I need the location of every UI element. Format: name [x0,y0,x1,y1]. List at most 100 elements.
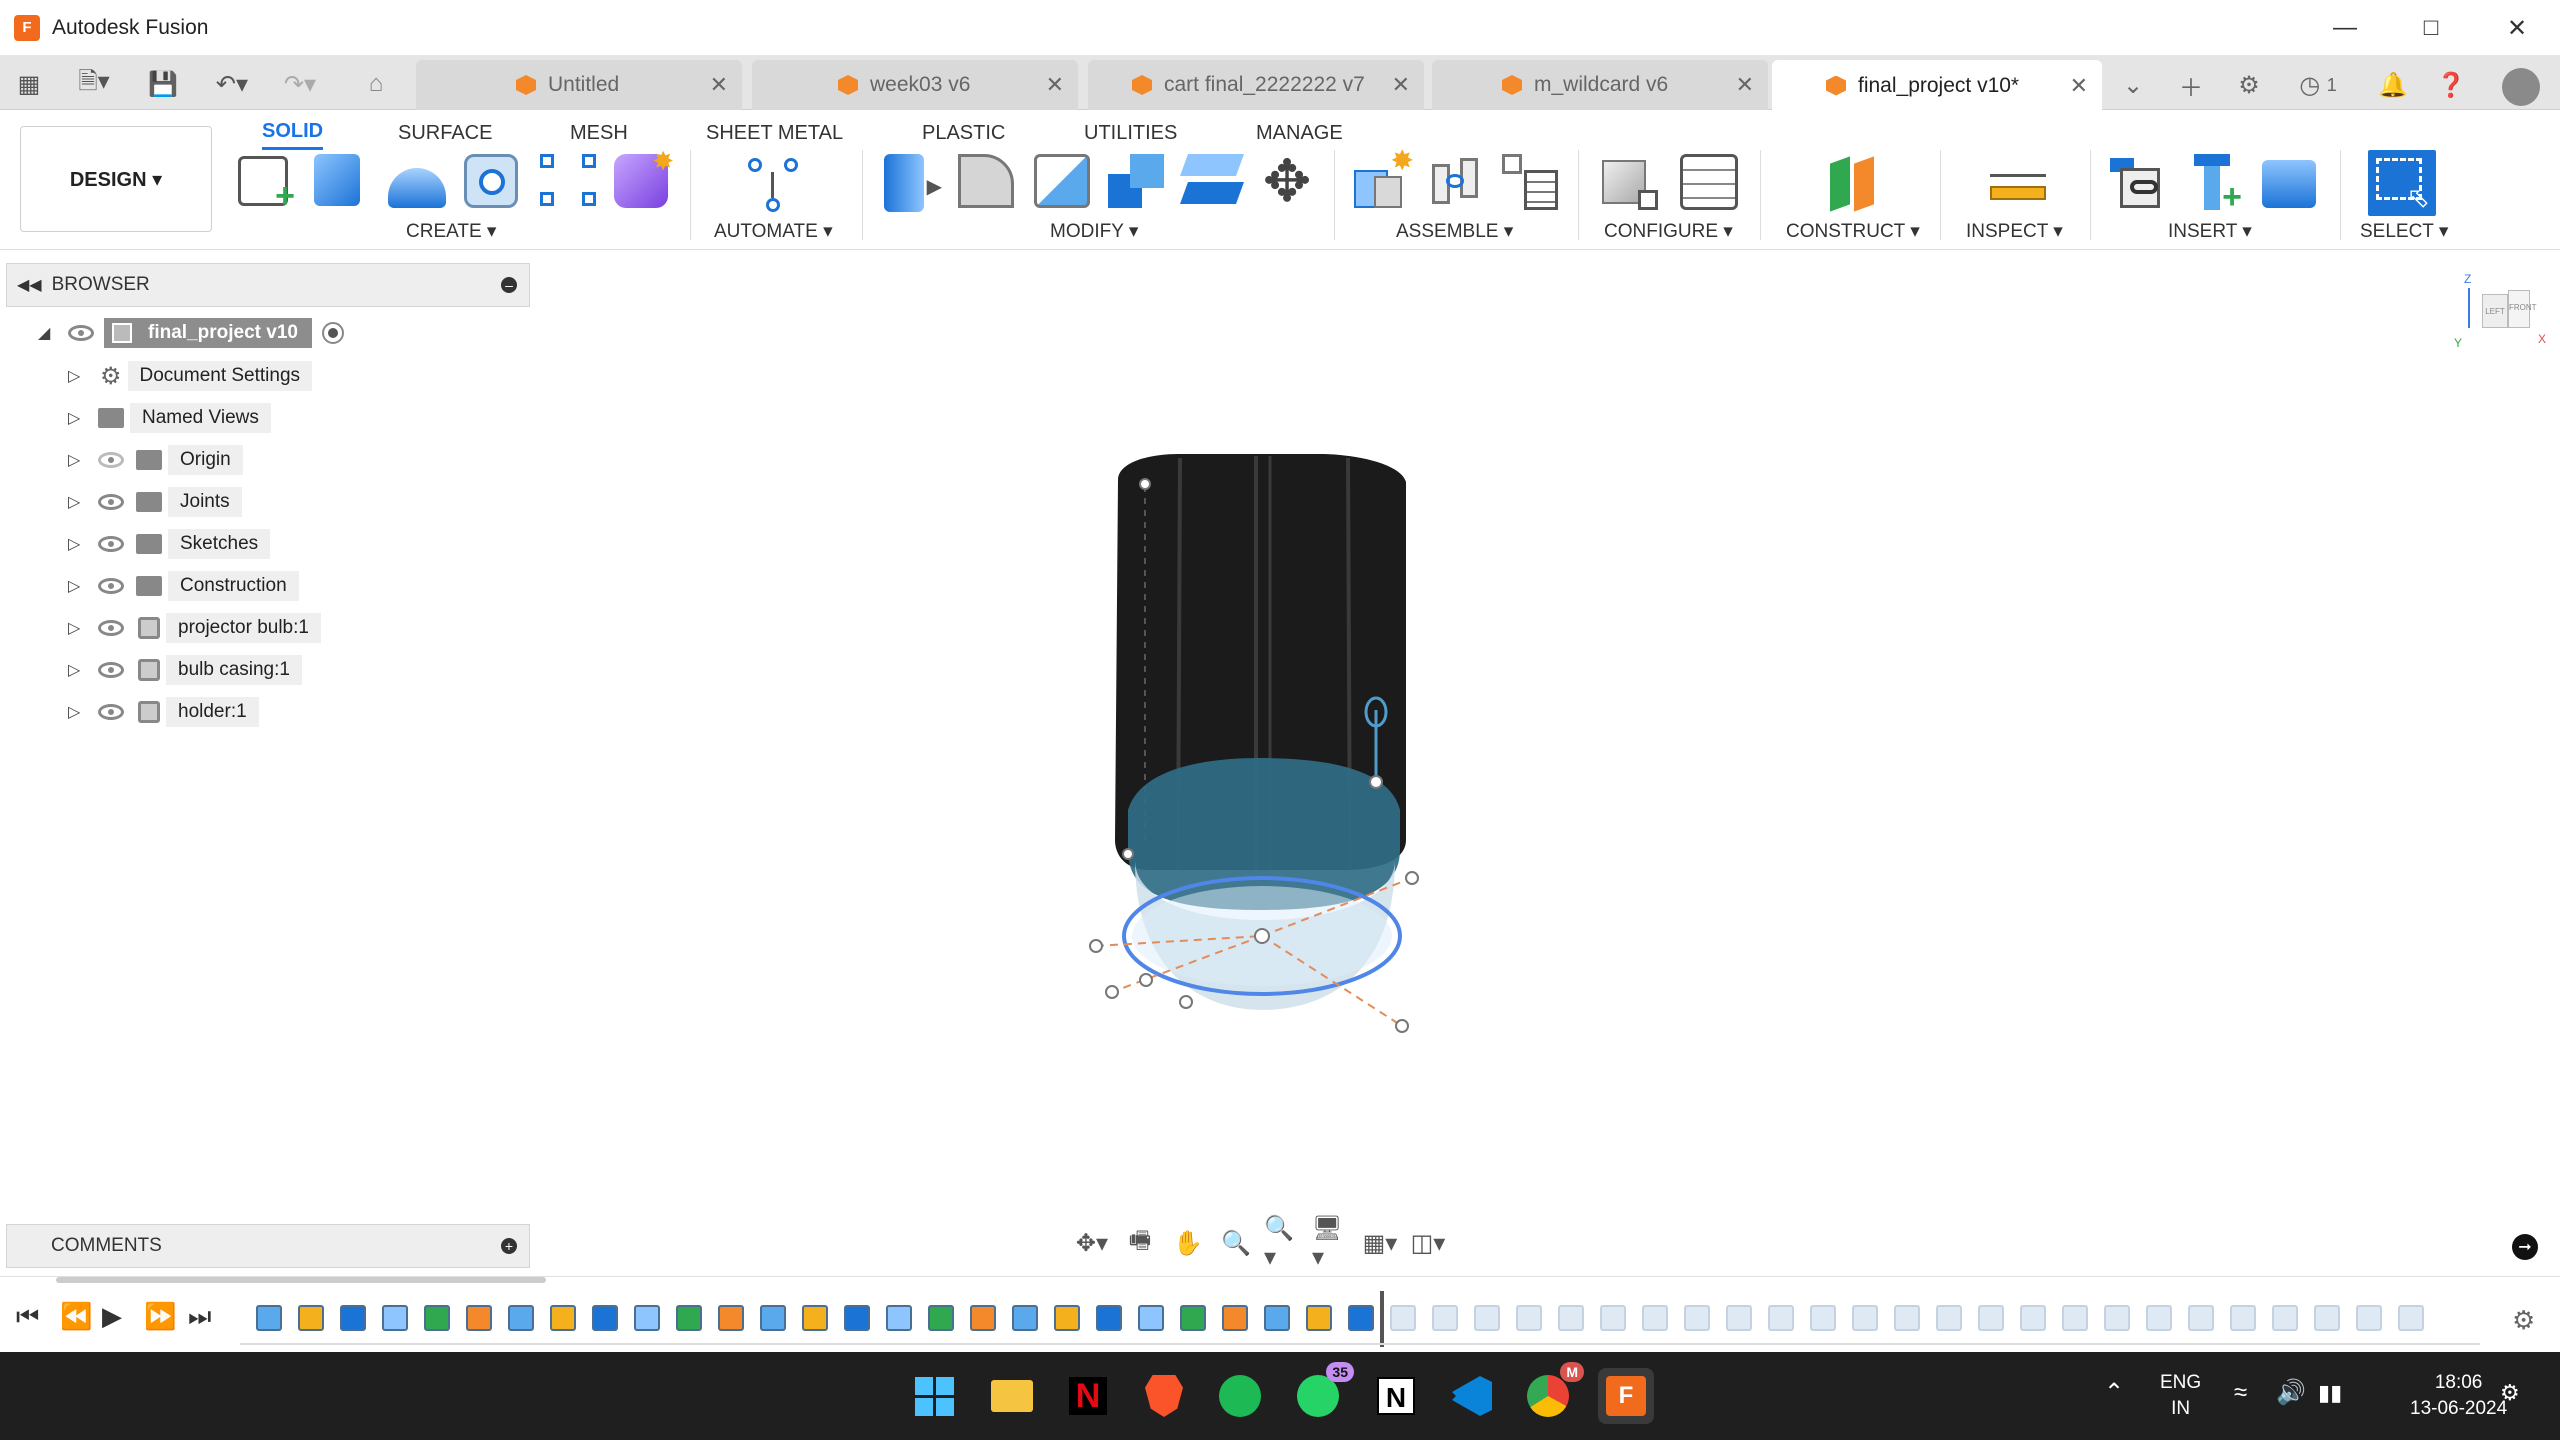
close-tab-icon[interactable]: ✕ [1046,72,1064,98]
brave-browser-icon[interactable] [1136,1368,1192,1424]
expand-triangle-icon[interactable]: ▷ [68,366,84,386]
save-icon[interactable]: 💾 [146,64,180,104]
timeline-feature-icon[interactable] [718,1305,744,1331]
timeline-feature-icon[interactable] [1684,1305,1710,1331]
timeline-feature-icon[interactable] [2356,1305,2382,1331]
activate-radio-icon[interactable] [321,322,344,344]
timeline-feature-icon[interactable] [340,1305,366,1331]
tree-item-projector-bulb[interactable]: ▷ projector bulb:1 [68,612,321,644]
timeline-feature-icon[interactable] [256,1305,282,1331]
visibility-eye-icon[interactable] [98,494,124,510]
timeline-feature-icon[interactable] [2188,1305,2214,1331]
tree-item-joints[interactable]: ▷ Joints [68,486,242,518]
offset-plane-icon[interactable] [1824,154,1882,212]
orbit-icon[interactable]: ✥▾ [1072,1225,1112,1261]
handle-point[interactable] [1122,848,1134,860]
timeline-feature-icon[interactable] [2146,1305,2172,1331]
close-tab-icon[interactable]: ✕ [1736,72,1754,98]
notion-icon[interactable]: N [1368,1368,1424,1424]
look-at-icon[interactable]: 🖷 [1120,1225,1160,1261]
expand-triangle-icon[interactable]: ▷ [68,408,84,428]
joint-icon[interactable] [1428,154,1482,210]
timeline-feature-icon[interactable] [2020,1305,2046,1331]
configure-group-label[interactable]: CONFIGURE ▾ [1604,220,1733,243]
expand-triangle-icon[interactable]: ▷ [68,618,84,638]
browser-minimize-icon[interactable]: – [501,277,517,293]
timeline-feature-icon[interactable] [382,1305,408,1331]
form-icon[interactable]: ✸ [614,146,674,208]
step-back-icon[interactable]: ⏪ [60,1301,92,1332]
pattern-icon[interactable] [540,154,596,206]
origin-point[interactable] [1254,928,1270,944]
close-button[interactable]: ✕ [2474,0,2560,56]
canvas-image-icon[interactable] [2262,160,2316,208]
timeline-feature-icon[interactable] [298,1305,324,1331]
maximize-button[interactable]: □ [2388,0,2474,56]
collapse-triangle-icon[interactable]: ◢ [38,323,54,343]
insert-mcmaster-icon[interactable]: + [2186,154,2242,214]
chrome-icon[interactable]: M [1520,1362,1584,1424]
timeline-feature-icon[interactable] [2272,1305,2298,1331]
home-icon[interactable]: ⌂ [356,64,396,104]
press-pull-icon[interactable]: ▶ [884,154,942,212]
undo-icon[interactable]: ↶▾ [204,64,260,104]
display-settings-icon[interactable]: 🖥▾ [1312,1215,1352,1271]
move-copy-icon[interactable]: ✥ [1258,153,1316,212]
combine-icon[interactable] [1108,154,1164,208]
expand-triangle-icon[interactable]: ▷ [68,702,84,722]
timeline-feature-icon[interactable] [1852,1305,1878,1331]
viewcube-left-face[interactable]: LEFT [2482,294,2508,328]
expand-triangle-icon[interactable]: ▷ [68,576,84,596]
whatsapp-icon[interactable]: 35 [1290,1362,1354,1424]
battery-icon[interactable]: ▮▮ [2318,1380,2342,1406]
construct-group-label[interactable]: CONSTRUCT ▾ [1786,220,1920,243]
windows-start-icon[interactable] [906,1368,962,1424]
visibility-eye-icon[interactable] [98,536,124,552]
data-panel-grid-icon[interactable]: ▦ [12,64,46,104]
tab-manage[interactable]: MANAGE [1256,116,1343,150]
timeline-feature-icon[interactable] [1894,1305,1920,1331]
go-to-end-icon[interactable]: ⏭ [188,1301,211,1333]
timeline-feature-icon[interactable] [1726,1305,1752,1331]
timeline-feature-icon[interactable] [1306,1305,1332,1331]
notifications-bell-icon[interactable]: 🔔 [2376,68,2410,102]
extrude-icon[interactable] [314,154,360,206]
timeline-feature-icon[interactable] [1600,1305,1626,1331]
timeline-feature-icon[interactable] [634,1305,660,1331]
create-group-label[interactable]: CREATE ▾ [406,220,496,243]
timeline-feature-icon[interactable] [1138,1305,1164,1331]
redo-icon[interactable]: ↷▾ [272,64,328,104]
expand-triangle-icon[interactable]: ▷ [68,492,84,512]
insert-derive-icon[interactable] [2110,154,2166,210]
timeline-feature-icon[interactable] [928,1305,954,1331]
clock[interactable]: 18:06 13-06-2024 [2410,1370,2507,1422]
viewcube-front-face[interactable]: FRONT [2508,290,2537,328]
tree-item-named-views[interactable]: ▷ Named Views [68,402,271,434]
timeline-feature-icon[interactable] [1432,1305,1458,1331]
measure-icon[interactable] [1990,166,2046,206]
timeline-feature-icon[interactable] [424,1305,450,1331]
timeline-feature-icon[interactable] [2104,1305,2130,1331]
vscode-icon[interactable] [1444,1368,1500,1424]
timeline-feature-icon[interactable] [1264,1305,1290,1331]
shell-icon[interactable] [1034,154,1090,208]
handle-point[interactable] [1089,939,1103,953]
3d-viewport[interactable] [0,250,2560,1276]
timeline-feature-icon[interactable] [2230,1305,2256,1331]
timeline-feature-icon[interactable] [1768,1305,1794,1331]
timeline-feature-icon[interactable] [2398,1305,2424,1331]
timeline-feature-icon[interactable] [1222,1305,1248,1331]
handle-point[interactable] [1179,995,1193,1009]
create-sketch-icon[interactable]: + [238,156,295,213]
tab-sheet-metal[interactable]: SHEET METAL [706,116,843,150]
timeline-feature-icon[interactable] [1096,1305,1122,1331]
step-forward-icon[interactable]: ⏩ [144,1301,176,1332]
visibility-eye-icon[interactable] [68,325,94,341]
select-icon[interactable]: ⬁ [2368,150,2436,216]
configuration-table-icon[interactable] [1680,154,1738,210]
fusion-taskbar-icon[interactable]: F [1598,1368,1654,1424]
tab-utilities[interactable]: UTILITIES [1084,116,1177,150]
offset-face-icon[interactable] [1179,154,1245,208]
notification-center-icon[interactable]: ⚙ [2500,1380,2520,1406]
user-avatar[interactable] [2502,68,2540,106]
